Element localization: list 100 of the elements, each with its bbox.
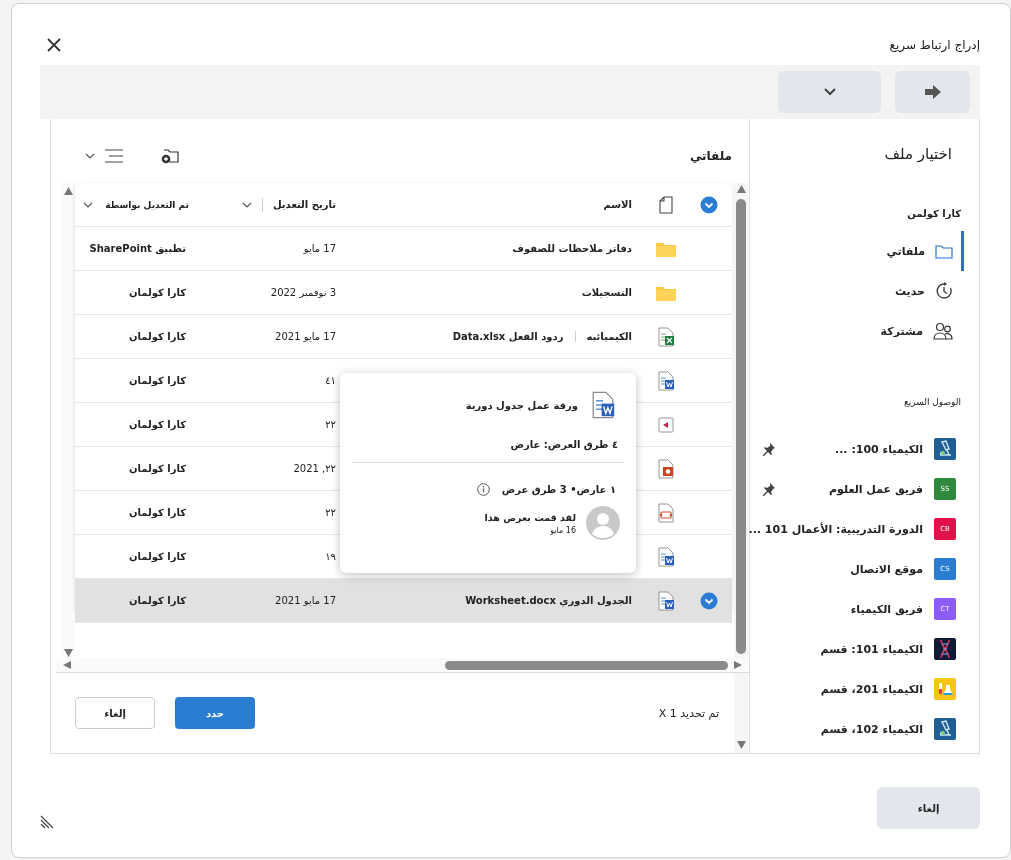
item-label: الكيمياء 101: قسم	[820, 642, 923, 656]
presentation-file-icon	[657, 458, 675, 479]
media-file-icon	[657, 414, 675, 435]
file-name: دفاتر ملاحظات للصفوف	[512, 243, 632, 254]
modified-date: 17 مايو 2021	[274, 331, 337, 342]
folder-icon	[656, 284, 676, 301]
document-file-icon	[657, 546, 675, 567]
list-view-icon[interactable]	[105, 149, 123, 163]
file-row[interactable]: دفاتر ملاحظات للصفوف 17 مايو تطبيق SharePoint	[75, 227, 732, 271]
flask-icon	[934, 678, 956, 700]
scroll-up-arrow-icon[interactable]	[63, 187, 73, 195]
modified-date: ٢٢, 2021	[292, 463, 337, 474]
item-label: الدورة التدريبية: الأعمال 101 ...	[748, 522, 923, 536]
scroll-down-arrow-icon[interactable]	[736, 741, 746, 749]
view-stats: ١ عارض• 3 طرق عرض	[501, 484, 616, 495]
folder-icon	[935, 243, 953, 259]
select-all-icon[interactable]	[700, 195, 718, 214]
column-header[interactable]: الاسم	[603, 199, 632, 210]
section-heading: الوصول السريع	[902, 397, 961, 407]
new-folder-icon[interactable]	[161, 148, 179, 164]
nav-item[interactable]: مشتركة	[748, 311, 964, 351]
scrollbar-thumb[interactable]	[445, 660, 728, 670]
file-row[interactable]: الكيميائيه ردود الفعل Data.xlsx 17 مايو 2021 كارا كولمان	[75, 315, 732, 359]
modified-by: كارا كولمان	[127, 551, 187, 562]
scroll-down-arrow-icon[interactable]	[63, 649, 73, 657]
activity-date: 16 مايو	[549, 525, 576, 535]
video-file-icon	[657, 502, 675, 523]
item-label: فريق عمل العلوم	[829, 482, 923, 496]
scroll-up-arrow-icon[interactable]	[736, 185, 746, 193]
modified-by: كارا كولمان	[127, 331, 187, 342]
pin-icon[interactable]	[762, 482, 777, 496]
view-options-chevron-icon[interactable]	[85, 153, 95, 159]
column-header[interactable]: تم التعديل بواسطة	[105, 199, 189, 210]
horizontal-scrollbar[interactable]	[56, 658, 749, 673]
scroll-right-arrow-icon[interactable]	[734, 661, 743, 669]
quick-access-item[interactable]: الكيمياء 100: ...	[748, 429, 964, 469]
sort-chevron-icon[interactable]	[241, 201, 252, 208]
file-row[interactable]: التسجيلات 3 نوفمبر 2022 كارا كولمان	[75, 271, 732, 315]
pin-icon[interactable]	[762, 442, 777, 456]
item-label: الكيمياء 102، قسم	[820, 722, 923, 736]
select-button[interactable]: حدد	[175, 697, 255, 729]
file-name: الجدول الدوري Worksheet.docx	[465, 595, 632, 606]
modified-date: ٤١	[324, 375, 337, 386]
table-scrollbar[interactable]	[61, 183, 75, 657]
folder-icon	[656, 240, 676, 257]
item-label: موقع الاتصال	[850, 562, 923, 576]
modified-by: تطبيق SharePoint	[88, 243, 187, 254]
quick-access-item[interactable]: الكيمياء 101: قسم	[748, 629, 964, 669]
selected-check-icon[interactable]	[700, 591, 718, 610]
microscope-icon	[934, 718, 956, 740]
column-header[interactable]: تاريخ التعديل	[272, 199, 336, 210]
dialog-title: إدراج ارتباط سريع	[889, 37, 980, 52]
quick-access-item[interactable]: الكيمياء 102، قسم	[748, 709, 964, 749]
document-file-icon	[657, 590, 675, 611]
cancel-button[interactable]: إلغاء	[877, 787, 980, 829]
modified-date: 17 مايو 2021	[274, 595, 337, 606]
quick-access-item[interactable]: الكيمياء 201، قسم	[748, 669, 964, 709]
sort-chevron-icon[interactable]	[83, 201, 93, 208]
panel-title: اختيار ملف	[883, 144, 953, 165]
modified-by: كارا كولمان	[127, 507, 187, 518]
file-icon	[659, 195, 673, 214]
cancel-button[interactable]: إلغاء	[75, 697, 155, 729]
modified-date: 17 مايو	[302, 243, 337, 254]
modified-date: ٢٢	[324, 419, 337, 430]
file-name: ردود الفعل Data.xlsx	[452, 331, 564, 342]
item-label: الكيمياء 201، قسم	[820, 682, 923, 696]
modified-date: ٢٢	[324, 507, 337, 518]
item-label: الكيمياء 100: ...	[835, 442, 923, 456]
folder-title: ملفاتي	[689, 149, 732, 163]
activity-text: لقد قمت بعرض هذا	[484, 511, 576, 523]
avatar-icon	[586, 506, 620, 540]
arrow-right-icon	[924, 85, 941, 99]
microscope-icon	[934, 438, 956, 460]
scrollbar-thumb[interactable]	[736, 199, 747, 654]
document-file-icon	[657, 370, 675, 391]
modified-date: ١٩	[324, 551, 337, 562]
resize-handle-icon[interactable]	[40, 815, 54, 829]
dna-icon	[934, 638, 956, 660]
modified-date: 3 نوفمبر 2022	[269, 287, 337, 298]
clock-icon	[935, 282, 953, 300]
modified-by: كارا كولمان	[127, 463, 187, 474]
item-label: فريق الكيمياء	[850, 602, 923, 616]
file-name: التسجيلات	[581, 287, 632, 298]
modified-by: كارا كولمان	[127, 595, 187, 606]
scroll-left-arrow-icon[interactable]	[62, 661, 71, 669]
info-icon[interactable]	[476, 483, 490, 496]
vertical-scrollbar[interactable]	[734, 183, 749, 753]
nav-item[interactable]: حديث	[748, 271, 964, 311]
modified-by: كارا كولمان	[127, 419, 187, 430]
forward-button[interactable]	[895, 71, 970, 113]
modified-by: كارا كولمان	[127, 287, 187, 298]
folder-path: الكيميائيه	[575, 331, 632, 342]
views-link[interactable]: ٤ طرق العرض: عارض	[352, 439, 618, 450]
chevron-down-icon	[823, 88, 836, 96]
selection-count: تم تحديد 1 X	[658, 706, 719, 720]
document-file-icon	[590, 391, 616, 419]
people-icon	[933, 322, 953, 340]
file-row[interactable]: الجدول الدوري Worksheet.docx 17 مايو 2021 كارا كولمان	[75, 579, 732, 623]
spreadsheet-file-icon	[657, 326, 675, 347]
modified-by: كارا كولمان	[127, 375, 187, 386]
